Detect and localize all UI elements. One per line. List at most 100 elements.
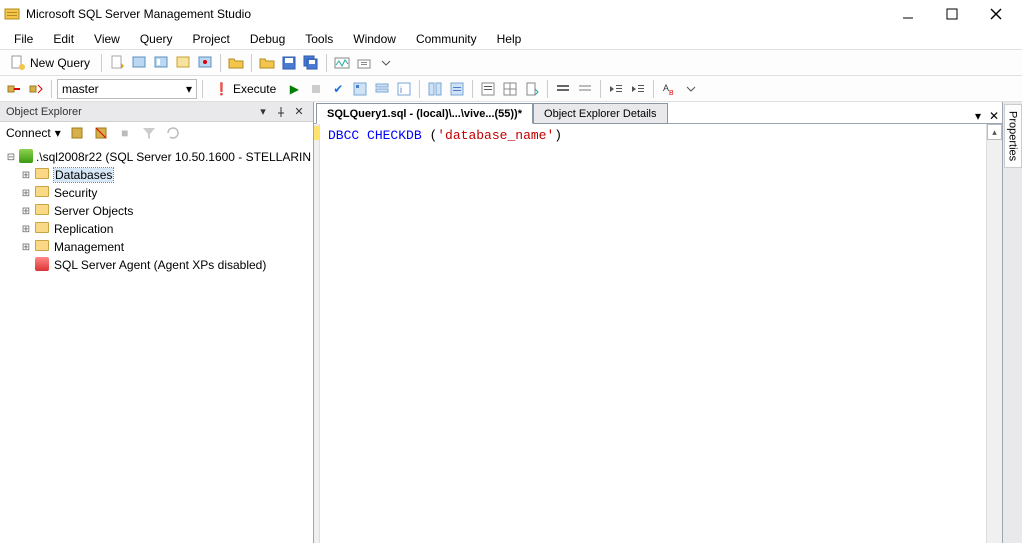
- separator: [472, 80, 473, 98]
- expand-icon[interactable]: ⊞: [20, 188, 32, 199]
- minimize-button[interactable]: [886, 0, 930, 28]
- oe-stop-button[interactable]: ■: [115, 123, 135, 143]
- panel-dropdown-button[interactable]: ▾: [255, 104, 271, 120]
- sql-editor[interactable]: DBCC CHECKDB ('database_name') ▴: [314, 124, 1002, 543]
- new-project-button[interactable]: [129, 53, 149, 73]
- pin-icon[interactable]: [273, 104, 289, 120]
- oe-disconnect-button[interactable]: [91, 123, 111, 143]
- tree-node-management[interactable]: ⊞ Management: [2, 238, 311, 256]
- tab-dropdown-button[interactable]: ▾: [970, 109, 986, 123]
- tab-sqlquery1[interactable]: SQLQuery1.sql - (local)\...\vive...(55))…: [316, 103, 533, 124]
- menu-community[interactable]: Community: [406, 30, 487, 48]
- registered-servers-button[interactable]: [354, 53, 374, 73]
- results-to-text-button[interactable]: [478, 79, 498, 99]
- separator: [419, 80, 420, 98]
- svg-text:i: i: [400, 85, 402, 95]
- open-file-button[interactable]: [226, 53, 246, 73]
- activity-monitor-button[interactable]: [332, 53, 352, 73]
- menu-edit[interactable]: Edit: [43, 30, 84, 48]
- panel-close-button[interactable]: ✕: [291, 104, 307, 120]
- tree-node-server-objects[interactable]: ⊞ Server Objects: [2, 202, 311, 220]
- parse-button[interactable]: ✔: [328, 79, 348, 99]
- document-pane: SQLQuery1.sql - (local)\...\vive...(55))…: [314, 102, 1002, 543]
- ssms-app-icon: [4, 6, 20, 22]
- stop-button[interactable]: [306, 79, 326, 99]
- expand-icon[interactable]: ⊞: [20, 242, 32, 253]
- separator: [101, 54, 102, 72]
- expand-icon[interactable]: ⊞: [20, 224, 32, 235]
- new-analysis-button[interactable]: [151, 53, 171, 73]
- tree-node-label: Server Objects: [54, 204, 133, 218]
- properties-dock: Properties: [1002, 102, 1022, 543]
- collapse-icon[interactable]: ⊟: [6, 152, 16, 163]
- expand-icon[interactable]: ⊞: [20, 170, 32, 181]
- uncomment-button[interactable]: [575, 79, 595, 99]
- tab-close-button[interactable]: ✕: [986, 109, 1002, 123]
- comment-button[interactable]: [553, 79, 573, 99]
- tab-object-explorer-details[interactable]: Object Explorer Details: [533, 103, 668, 124]
- menu-file[interactable]: File: [4, 30, 43, 48]
- menu-window[interactable]: Window: [343, 30, 406, 48]
- connect-dropdown[interactable]: Connect▾: [4, 123, 63, 143]
- dropdown-more-button[interactable]: [376, 53, 396, 73]
- new-query-icon: [10, 55, 26, 71]
- tree-root[interactable]: ⊟ .\sql2008r22 (SQL Server 10.50.1600 - …: [2, 148, 311, 166]
- scroll-up-button[interactable]: ▴: [987, 124, 1002, 140]
- decrease-indent-button[interactable]: [606, 79, 626, 99]
- results-to-file-button[interactable]: [522, 79, 542, 99]
- connect-label: Connect: [6, 126, 51, 140]
- maximize-button[interactable]: [930, 0, 974, 28]
- oe-refresh-button[interactable]: [163, 123, 183, 143]
- tree-node-security[interactable]: ⊞ Security: [2, 184, 311, 202]
- include-statistics-button[interactable]: [447, 79, 467, 99]
- open-folder-button[interactable]: [257, 53, 277, 73]
- toolbar-dropdown-button[interactable]: [681, 79, 701, 99]
- oe-filter-button[interactable]: [139, 123, 159, 143]
- increase-indent-button[interactable]: [628, 79, 648, 99]
- tab-label: SQLQuery1.sql - (local)\...\vive...(55))…: [327, 108, 522, 120]
- save-all-button[interactable]: [301, 53, 321, 73]
- database-combobox[interactable]: master ▾: [57, 79, 197, 99]
- expand-icon[interactable]: ⊞: [20, 206, 32, 217]
- menu-query[interactable]: Query: [130, 30, 183, 48]
- editor-content[interactable]: DBCC CHECKDB ('database_name'): [320, 124, 986, 543]
- specify-values-button[interactable]: AB: [659, 79, 679, 99]
- tree-node-databases[interactable]: ⊞ Databases: [2, 166, 311, 184]
- save-button[interactable]: [279, 53, 299, 73]
- folder-icon: [35, 203, 51, 219]
- tab-label: Object Explorer Details: [544, 108, 657, 120]
- menu-debug[interactable]: Debug: [240, 30, 295, 48]
- new-query-button[interactable]: New Query: [4, 53, 96, 73]
- separator: [653, 80, 654, 98]
- expand-icon: [20, 260, 32, 271]
- database-combobox-value: master: [62, 82, 99, 96]
- server-icon: [19, 149, 33, 165]
- estimated-plan-button[interactable]: [350, 79, 370, 99]
- object-explorer-panel: Object Explorer ▾ ✕ Connect▾ ■ ⊟ .\sql20…: [0, 102, 314, 543]
- tree-node-replication[interactable]: ⊞ Replication: [2, 220, 311, 238]
- folder-icon: [35, 239, 51, 255]
- object-explorer-tree[interactable]: ⊟ .\sql2008r22 (SQL Server 10.50.1600 - …: [0, 144, 313, 543]
- debug-button[interactable]: ▶: [284, 79, 304, 99]
- menu-tools[interactable]: Tools: [295, 30, 343, 48]
- oe-connect-button[interactable]: [67, 123, 87, 143]
- new-cube-button[interactable]: [195, 53, 215, 73]
- execute-button[interactable]: ❗ Execute: [208, 79, 282, 99]
- results-to-grid-button[interactable]: [500, 79, 520, 99]
- new-file-button[interactable]: [107, 53, 127, 73]
- work-area: Object Explorer ▾ ✕ Connect▾ ■ ⊟ .\sql20…: [0, 102, 1022, 543]
- menu-view[interactable]: View: [84, 30, 130, 48]
- menu-project[interactable]: Project: [183, 30, 240, 48]
- close-button[interactable]: [974, 0, 1018, 28]
- tree-node-sql-agent[interactable]: SQL Server Agent (Agent XPs disabled): [2, 256, 311, 274]
- include-actual-plan-button[interactable]: [425, 79, 445, 99]
- new-trace-button[interactable]: [173, 53, 193, 73]
- editor-scrollbar[interactable]: ▴: [986, 124, 1002, 543]
- properties-tab[interactable]: Properties: [1004, 104, 1022, 168]
- connect-button[interactable]: [4, 79, 24, 99]
- query-options-button[interactable]: [372, 79, 392, 99]
- intellisense-button[interactable]: i: [394, 79, 414, 99]
- change-connection-button[interactable]: [26, 79, 46, 99]
- separator: [51, 80, 52, 98]
- menu-help[interactable]: Help: [487, 30, 532, 48]
